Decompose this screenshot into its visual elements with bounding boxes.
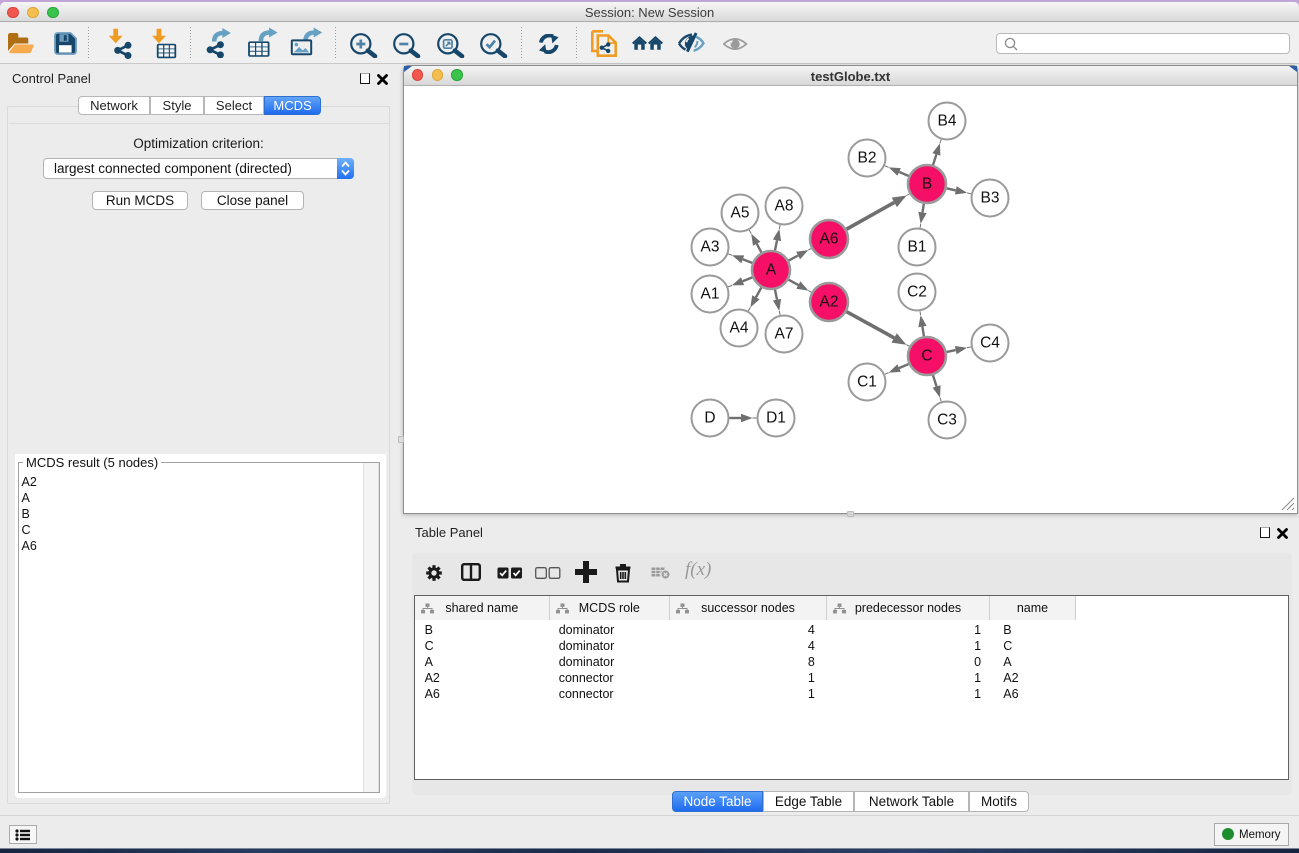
svg-text:C4: C4 [980, 335, 1000, 352]
svg-text:B3: B3 [981, 190, 1000, 207]
svg-text:C1: C1 [857, 374, 877, 391]
svg-text:A2: A2 [820, 294, 839, 311]
svg-text:D1: D1 [766, 410, 786, 427]
svg-text:A6: A6 [820, 231, 839, 248]
svg-text:C3: C3 [937, 412, 957, 429]
svg-text:B: B [922, 176, 932, 193]
svg-text:Memory: Memory [1239, 829, 1281, 841]
svg-text:B1: B1 [908, 239, 927, 256]
svg-text:A: A [766, 262, 777, 279]
svg-text:A4: A4 [730, 320, 749, 337]
svg-text:A7: A7 [775, 326, 794, 343]
svg-text:B2: B2 [858, 150, 877, 167]
svg-text:A5: A5 [731, 205, 750, 222]
svg-text:B4: B4 [938, 113, 957, 130]
svg-text:C: C [921, 348, 932, 365]
svg-text:D: D [704, 410, 715, 427]
svg-text:C2: C2 [907, 284, 927, 301]
svg-text:A3: A3 [701, 239, 720, 256]
svg-text:A1: A1 [701, 286, 720, 303]
svg-text:A8: A8 [775, 198, 794, 215]
